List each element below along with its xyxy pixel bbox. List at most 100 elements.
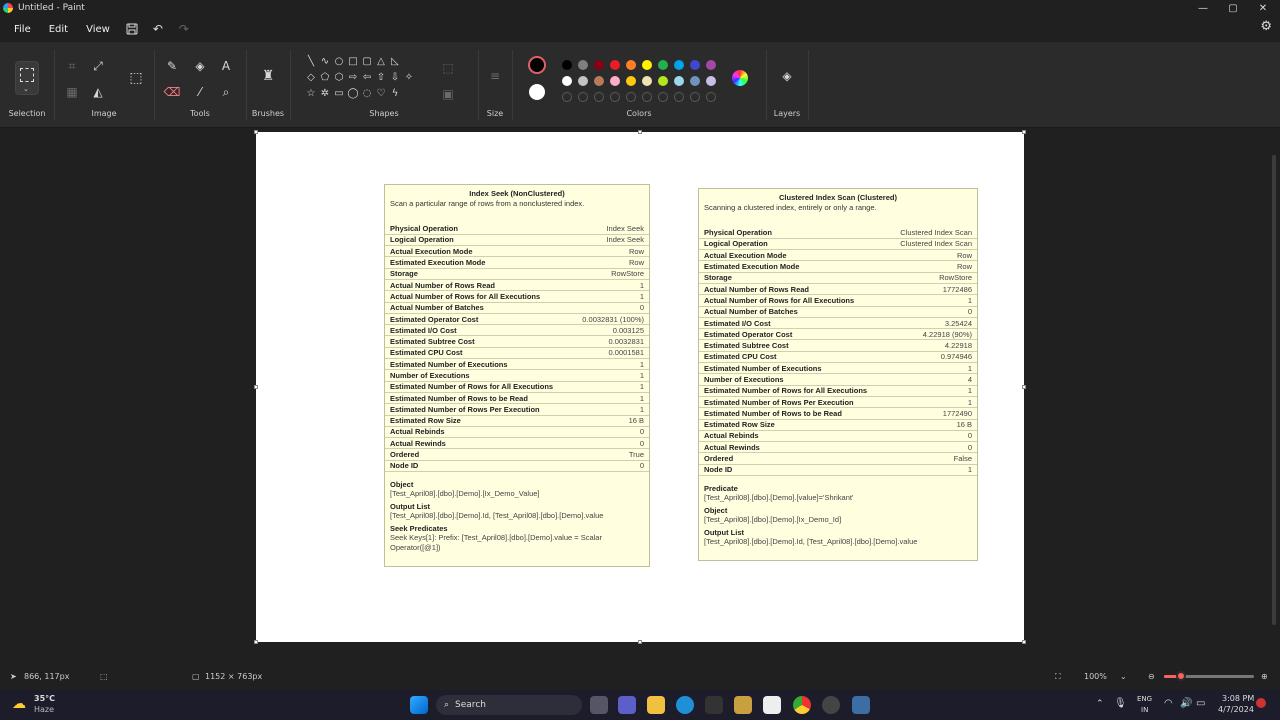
language-top[interactable]: ENG [1137, 695, 1152, 703]
teams-icon[interactable] [618, 696, 636, 714]
magnifier-icon[interactable]: ⌕ [218, 84, 234, 100]
weather-icon[interactable]: ☁ [12, 696, 26, 712]
layers-icon[interactable]: ◈ [779, 68, 795, 84]
zoom-level[interactable]: 100% [1084, 672, 1107, 681]
wifi-icon[interactable]: ◠ [1164, 698, 1173, 709]
ssms-icon[interactable] [734, 696, 752, 714]
resize-handle-top-left[interactable] [254, 130, 258, 134]
custom-color-slot[interactable] [706, 92, 716, 102]
shapes-gallery[interactable]: ╲ ∿ ○ □ ▢ △ ◺ ◇ ⬠ ⬡ ⇨ ⇦ ⇧ ⇩ ✧ ☆ ✲ ▭ ◯ ◌ ♡ ϟ [304, 54, 454, 108]
palette-swatch[interactable] [578, 76, 588, 86]
color-picker-icon[interactable]: ⁄ [192, 84, 208, 100]
palette-swatch[interactable] [674, 76, 684, 86]
palette-swatch[interactable] [594, 60, 604, 70]
custom-color-slot[interactable] [626, 92, 636, 102]
palette-swatch[interactable] [626, 76, 636, 86]
primary-color-swatch[interactable] [528, 56, 546, 74]
image-background-icon[interactable]: ⬚ [128, 70, 144, 86]
chrome-icon[interactable] [793, 696, 811, 714]
zoom-dropdown-chevron-icon[interactable]: ⌄ [1120, 672, 1127, 681]
clock-time[interactable]: 3:08 PM [1222, 694, 1254, 703]
palette-swatch[interactable] [594, 76, 604, 86]
palette-swatch[interactable] [690, 60, 700, 70]
palette-swatch[interactable] [642, 60, 652, 70]
palette-swatch[interactable] [674, 60, 684, 70]
palette-swatch[interactable] [706, 76, 716, 86]
palette-swatch[interactable] [706, 60, 716, 70]
palette-swatch[interactable] [610, 60, 620, 70]
zoom-in-icon[interactable]: ⊕ [1261, 672, 1268, 681]
battery-icon[interactable]: ▭ [1196, 698, 1205, 709]
notepad-icon[interactable] [763, 696, 781, 714]
vertical-scrollbar[interactable] [1272, 155, 1276, 625]
custom-color-slot[interactable] [674, 92, 684, 102]
settings-gear-icon[interactable]: ⚙ [1260, 19, 1272, 34]
palette-swatch[interactable] [578, 60, 588, 70]
custom-color-slot[interactable] [690, 92, 700, 102]
shape-outline-icon[interactable]: ⬚ [440, 60, 456, 76]
shape-fill-icon[interactable]: ▣ [440, 86, 456, 102]
palette-swatch[interactable] [610, 76, 620, 86]
language-bottom[interactable]: IN [1141, 706, 1148, 714]
custom-color-slot[interactable] [562, 92, 572, 102]
resize-handle-top-right[interactable] [1022, 130, 1026, 134]
select-all-icon[interactable]: ▦ [64, 84, 80, 100]
obs-icon[interactable] [822, 696, 840, 714]
pencil-icon[interactable]: ✎ [164, 58, 180, 74]
minimize-button[interactable]: — [1188, 0, 1218, 16]
fit-to-window-icon[interactable]: ⛶ [1055, 672, 1061, 682]
menu-view[interactable]: View [82, 21, 114, 38]
palette-swatch[interactable] [658, 60, 668, 70]
microphone-icon[interactable]: 🎙 [1114, 698, 1127, 709]
volume-icon[interactable]: 🔊 [1180, 698, 1192, 709]
custom-color-slot[interactable] [594, 92, 604, 102]
start-icon[interactable] [410, 696, 428, 714]
resize-handle-left[interactable] [254, 385, 258, 389]
palette-swatch[interactable] [626, 60, 636, 70]
size-icon[interactable]: ≡ [487, 68, 503, 84]
custom-color-slot[interactable] [578, 92, 588, 102]
taskbar-search[interactable]: ⌕ Search [436, 695, 582, 715]
custom-color-slot[interactable] [642, 92, 652, 102]
save-icon[interactable] [124, 21, 140, 37]
weather-desc[interactable]: Haze [34, 705, 54, 714]
palette-swatch[interactable] [562, 76, 572, 86]
file-explorer-icon[interactable] [647, 696, 665, 714]
drawing-canvas[interactable]: Index Seek (NonClustered) Scan a particu… [256, 132, 1024, 642]
zoom-slider[interactable] [1164, 671, 1254, 681]
palette-swatch[interactable] [562, 60, 572, 70]
crop-icon[interactable]: ⌗ [64, 58, 80, 74]
paint-taskbar-icon[interactable] [852, 696, 870, 714]
weather-temp[interactable]: 35°C [34, 694, 55, 703]
close-button[interactable]: ✕ [1248, 0, 1278, 16]
tray-overflow-chevron-icon[interactable]: ⌃ [1096, 699, 1104, 709]
resize-handle-bottom[interactable] [638, 640, 642, 644]
fill-bucket-icon[interactable]: ◈ [192, 58, 208, 74]
secondary-color-swatch[interactable] [529, 84, 545, 100]
clock-date[interactable]: 4/7/2024 [1218, 705, 1254, 714]
zoom-out-icon[interactable]: ⊖ [1148, 672, 1155, 681]
redo-icon[interactable]: ↷ [176, 21, 192, 37]
resize-icon[interactable]: ⤢ [90, 58, 106, 74]
menu-file[interactable]: File [10, 21, 35, 38]
custom-color-slot[interactable] [610, 92, 620, 102]
palette-swatch[interactable] [658, 76, 668, 86]
edge-icon[interactable] [676, 696, 694, 714]
custom-color-slot[interactable] [658, 92, 668, 102]
resize-handle-bottom-left[interactable] [254, 640, 258, 644]
menu-edit[interactable]: Edit [45, 21, 72, 38]
text-icon[interactable]: A [218, 58, 234, 74]
resize-handle-right[interactable] [1022, 385, 1026, 389]
selection-button[interactable]: ⌄ [15, 61, 39, 95]
eraser-icon[interactable]: ⌫ [164, 84, 181, 100]
palette-swatch[interactable] [690, 76, 700, 86]
edit-colors-icon[interactable] [732, 70, 748, 86]
palette-swatch[interactable] [642, 76, 652, 86]
brush-icon[interactable]: ♜ [260, 68, 276, 84]
maximize-button[interactable]: ▢ [1218, 0, 1248, 16]
rotate-icon[interactable]: ◭ [90, 84, 106, 100]
notification-icon[interactable] [1256, 698, 1266, 708]
task-view-icon[interactable] [590, 696, 608, 714]
resize-handle-top[interactable] [638, 130, 642, 134]
undo-icon[interactable]: ↶ [150, 21, 166, 37]
